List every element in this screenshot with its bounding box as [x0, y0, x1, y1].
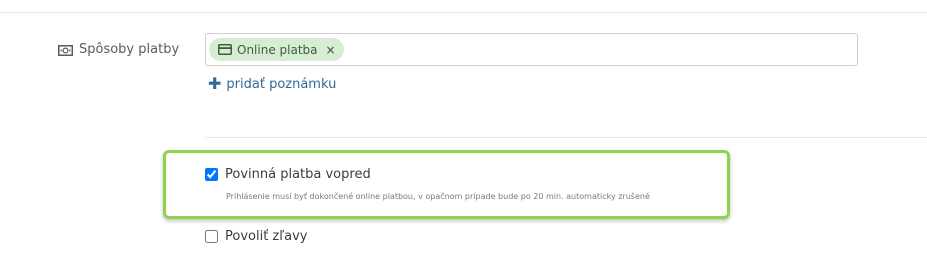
- required-payment-help: Prihlásenie musí byť dokončené online pl…: [226, 192, 650, 201]
- credit-card-icon: [218, 44, 232, 55]
- required-payment-option[interactable]: Povinná platba vopred: [205, 167, 371, 182]
- top-divider: [0, 12, 927, 13]
- payment-methods-label: Spôsoby platby: [58, 41, 179, 59]
- plus-icon: ✚: [208, 74, 222, 93]
- add-note-label: pridať poznámku: [226, 76, 337, 92]
- allow-discounts-option[interactable]: Povoliť zľavy: [205, 229, 307, 244]
- highlight-frame: [163, 150, 730, 219]
- add-note-link[interactable]: ✚ pridať poznámku: [208, 76, 336, 92]
- allow-discounts-label: Povoliť zľavy: [225, 229, 308, 244]
- tag-remove-button[interactable]: ×: [326, 44, 336, 56]
- required-payment-checkbox[interactable]: [205, 168, 218, 181]
- payment-methods-label-text: Spôsoby platby: [79, 42, 180, 57]
- section-divider: [205, 137, 927, 138]
- payment-method-tag: Online platba ×: [209, 38, 344, 61]
- money-icon: [58, 44, 73, 56]
- required-payment-label: Povinná platba vopred: [225, 167, 371, 182]
- payment-methods-input[interactable]: Online platba ×: [205, 33, 858, 66]
- allow-discounts-checkbox[interactable]: [205, 230, 218, 243]
- payment-method-tag-label: Online platba: [237, 42, 318, 57]
